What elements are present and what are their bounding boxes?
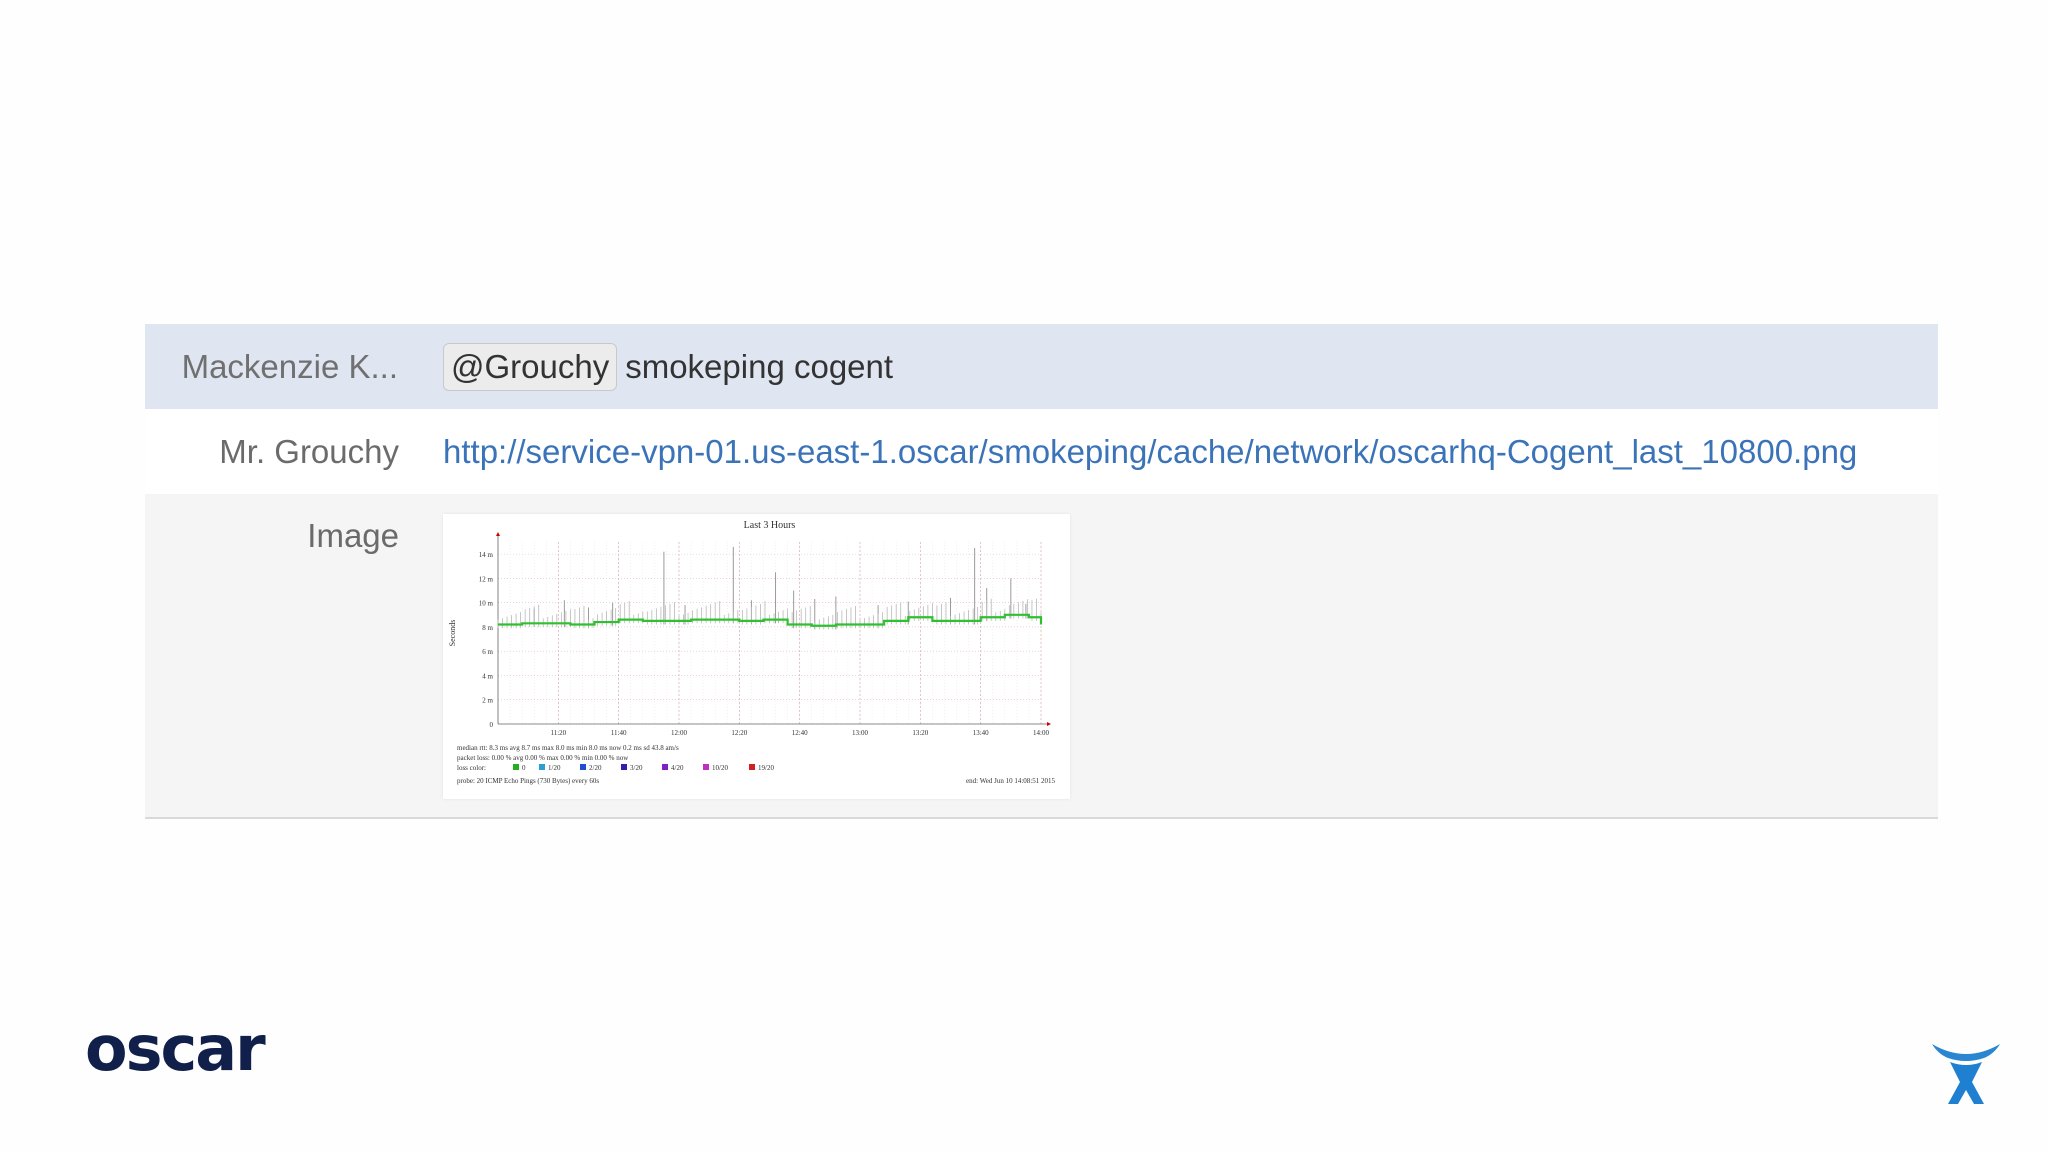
smokeping-chart: Last 3 Hours 0 2 m 4 m 6 m 8 m 10 m 12 m 14 m 11:…	[448, 520, 1055, 785]
x-axis-arrow	[1047, 722, 1051, 726]
x-tick-label: 11:40	[611, 729, 627, 737]
x-tick-label: 11:20	[550, 729, 566, 737]
y-tick-label: 8 m	[482, 624, 493, 632]
message-content: @Grouchy smokeping cogent	[443, 342, 894, 391]
message-content: http://service-vpn-01.us-east-1.oscar/sm…	[443, 433, 1857, 471]
chat-message-row: Image Last 3 Hours 0 2 m 4 m 6 m 8 m 10 m 12 m 1…	[145, 494, 1938, 819]
x-tick-label: 13:20	[912, 729, 928, 737]
legend-label: 2/20	[589, 764, 602, 772]
legend-swatch	[513, 764, 519, 770]
y-tick-label: 6 m	[482, 648, 493, 656]
y-tick-label: 2 m	[482, 697, 493, 705]
stats-line: median rtt: 8.3 ms avg 8.7 ms max 8.0 ms…	[457, 744, 679, 752]
probe-text: probe: 20 ICMP Echo Pings (730 Bytes) ev…	[457, 777, 599, 785]
message-author: Mackenzie K...	[181, 347, 398, 385]
atlassian-icon	[1932, 1044, 2000, 1104]
legend-label: 19/20	[758, 764, 774, 772]
smokeping-graph-image[interactable]: Last 3 Hours 0 2 m 4 m 6 m 8 m 10 m 12 m 14 m 11:…	[443, 514, 1070, 799]
y-tick-label: 14 m	[479, 551, 494, 559]
legend-label: 1/20	[548, 764, 561, 772]
user-mention[interactable]: @Grouchy	[443, 342, 618, 391]
oscar-logo: oscar	[85, 1012, 266, 1085]
legend-swatch	[662, 764, 668, 770]
y-tick-label: 10 m	[479, 600, 494, 608]
chat-message-row: Mr. Grouchy http://service-vpn-01.us-eas…	[145, 409, 1938, 494]
legend-label: 4/20	[671, 764, 684, 772]
chat-transcript: Mackenzie K... @Grouchy smokeping cogent …	[145, 324, 1938, 819]
x-tick-label: 14:00	[1033, 729, 1049, 737]
y-axis-label: Seconds	[448, 620, 457, 647]
legend-swatch	[539, 764, 545, 770]
x-tick-label: 12:20	[731, 729, 747, 737]
end-time-text: end: Wed Jun 10 14:08:51 2015	[966, 777, 1055, 785]
legend-label: 3/20	[630, 764, 643, 772]
legend-swatch	[703, 764, 709, 770]
legend-swatch	[621, 764, 627, 770]
legend-swatch	[749, 764, 755, 770]
x-tick-label: 12:40	[792, 729, 808, 737]
message-text: smokeping cogent	[625, 347, 894, 385]
legend-label: 10/20	[712, 764, 728, 772]
x-tick-label: 13:00	[852, 729, 868, 737]
legend-label: 0	[522, 764, 526, 772]
message-author: Image	[307, 517, 399, 554]
chat-message-row: Mackenzie K... @Grouchy smokeping cogent	[145, 324, 1938, 409]
y-axis-arrow	[496, 532, 500, 536]
x-tick-label: 13:40	[973, 729, 989, 737]
smokeping-image-link[interactable]: http://service-vpn-01.us-east-1.oscar/sm…	[443, 433, 1857, 470]
x-tick-label: 12:00	[671, 729, 687, 737]
chart-title: Last 3 Hours	[744, 520, 796, 531]
stats-line: loss color:	[457, 764, 486, 772]
y-tick-label: 12 m	[479, 575, 494, 583]
stats-line: packet loss: 0.00 % avg 0.00 % max 0.00 …	[457, 754, 629, 762]
y-tick-label: 0	[490, 721, 494, 729]
legend-swatch	[580, 764, 586, 770]
y-tick-label: 4 m	[482, 672, 493, 680]
message-author: Mr. Grouchy	[219, 432, 399, 470]
